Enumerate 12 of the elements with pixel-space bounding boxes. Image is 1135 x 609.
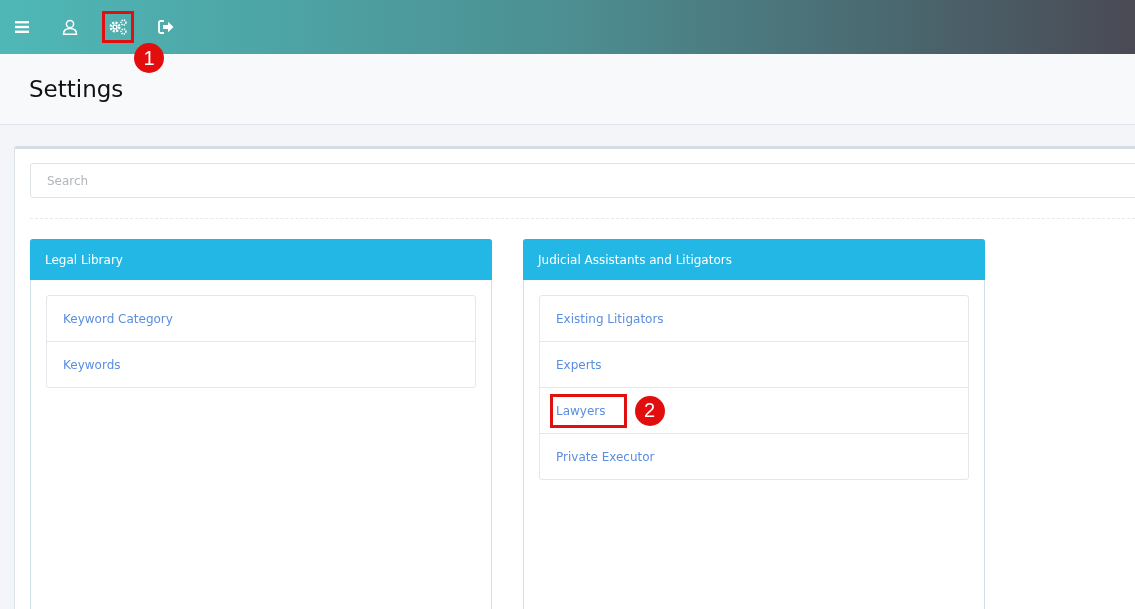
panel-header: Judicial Assistants and Litigators xyxy=(523,239,985,280)
settings-link[interactable]: Lawyers xyxy=(550,393,627,428)
settings-link[interactable]: Existing Litigators xyxy=(550,301,685,336)
settings-link[interactable]: Private Executor xyxy=(550,439,676,474)
page-title: Settings xyxy=(29,76,124,102)
callout-badge: 1 xyxy=(134,43,164,73)
settings-link[interactable]: Experts xyxy=(550,347,623,382)
settings-link[interactable]: Keyword Category xyxy=(57,301,194,336)
panel-header: Legal Library xyxy=(30,239,492,280)
search-field[interactable]: Search xyxy=(30,163,1135,198)
callout-badge: 2 xyxy=(634,395,665,426)
settings-link[interactable]: Keywords xyxy=(57,347,142,382)
